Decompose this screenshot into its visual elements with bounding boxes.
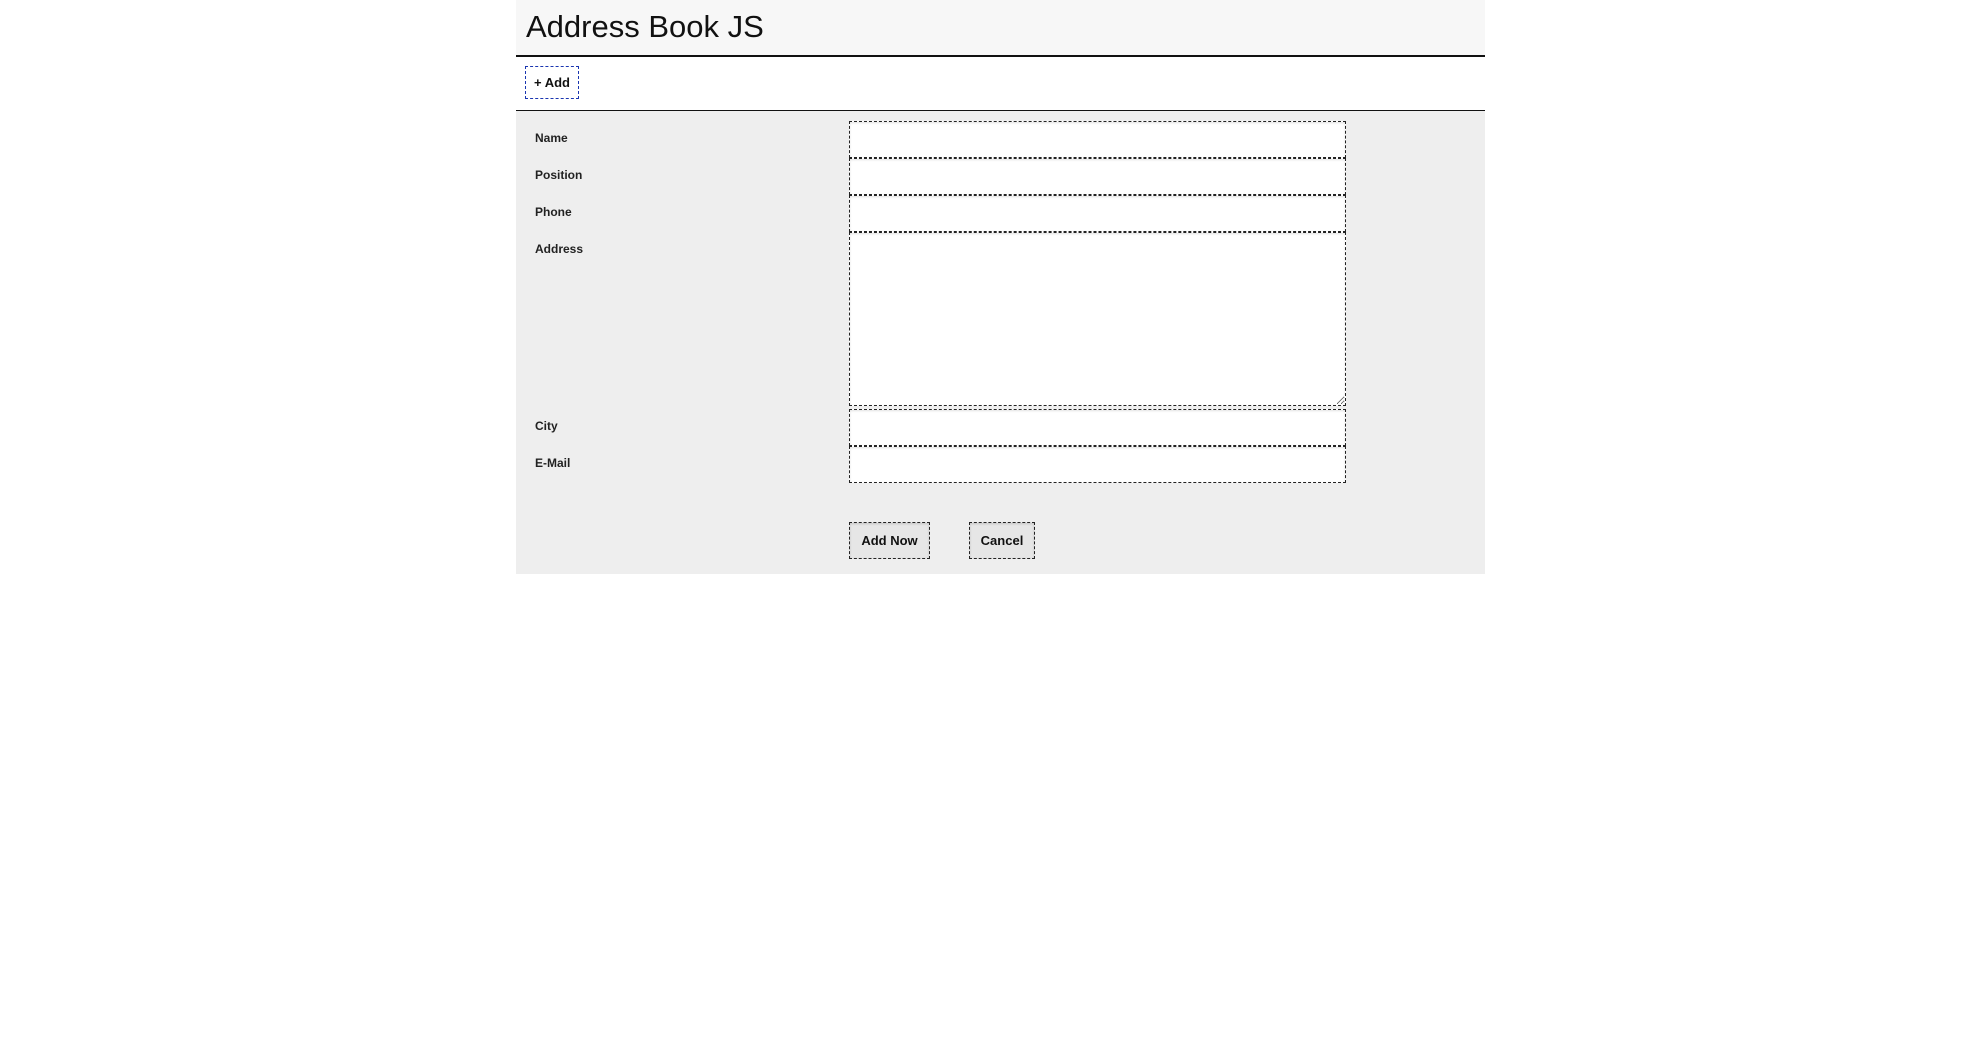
- toolbar: + Add: [516, 57, 1485, 111]
- app-title: Address Book JS: [526, 9, 764, 44]
- cancel-button[interactable]: Cancel: [969, 522, 1035, 559]
- add-now-button[interactable]: Add Now: [849, 522, 930, 559]
- name-label: Name: [535, 131, 568, 145]
- position-label: Position: [535, 168, 583, 182]
- app-header: Address Book JS: [516, 0, 1485, 57]
- app-container: Address Book JS + Add Name Position Phon…: [516, 0, 1485, 574]
- phone-input[interactable]: [849, 195, 1346, 232]
- add-contact-form: Name Position Phone Address City E-Mail …: [516, 111, 1485, 574]
- name-input[interactable]: [849, 121, 1346, 158]
- email-input[interactable]: [849, 446, 1346, 483]
- city-input[interactable]: [849, 409, 1346, 446]
- address-textarea[interactable]: [849, 232, 1346, 406]
- city-label: City: [535, 419, 558, 433]
- add-contact-button[interactable]: + Add: [525, 66, 579, 99]
- address-label: Address: [535, 242, 584, 256]
- phone-label: Phone: [535, 205, 572, 219]
- position-input[interactable]: [849, 158, 1346, 195]
- email-label: E-Mail: [535, 456, 571, 470]
